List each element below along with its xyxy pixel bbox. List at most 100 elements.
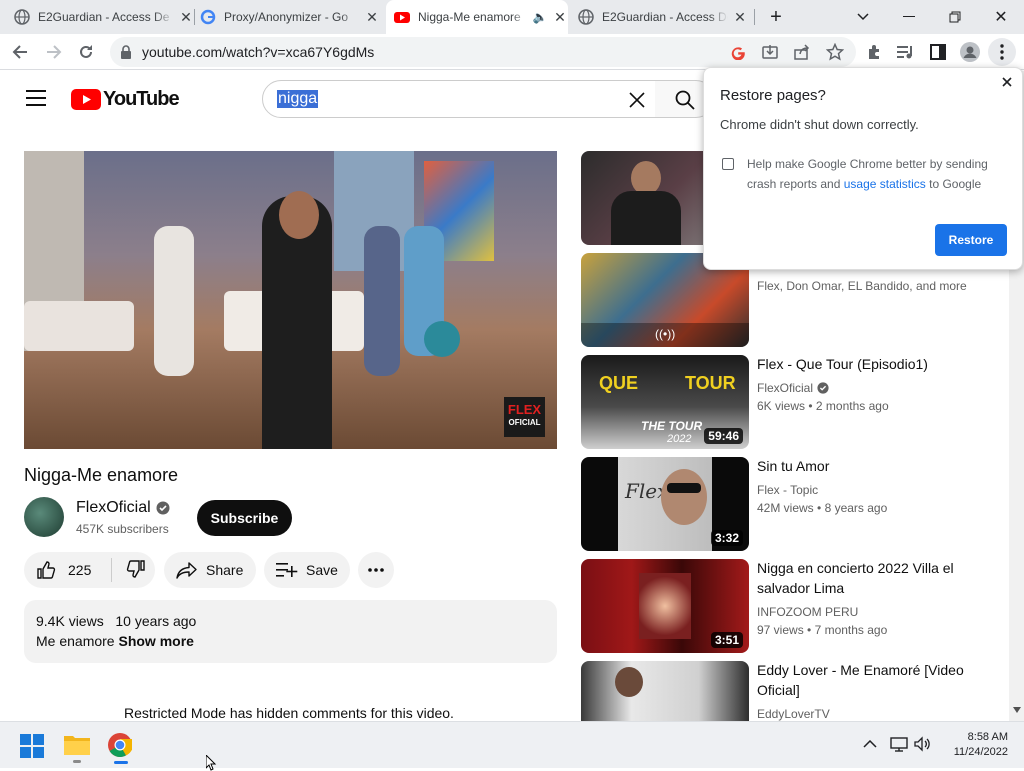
save-button[interactable]: Save: [264, 552, 350, 588]
side-panel-icon[interactable]: [924, 38, 952, 66]
close-icon[interactable]: [1002, 77, 1012, 87]
windows-taskbar: 8:58 AM 11/24/2022: [0, 721, 1024, 771]
new-tab-button[interactable]: +: [754, 0, 798, 34]
youtube-logo[interactable]: YouTube: [71, 88, 180, 111]
back-button[interactable]: [6, 38, 34, 66]
hamburger-menu-icon[interactable]: [26, 90, 46, 106]
profile-avatar-icon[interactable]: [956, 38, 984, 66]
bookmark-star-icon[interactable]: [826, 43, 844, 61]
tab-e2guardian-1[interactable]: E2Guardian - Access De ✕: [14, 0, 194, 34]
share-button[interactable]: Share: [164, 552, 256, 588]
scroll-down-arrow-icon[interactable]: [1013, 707, 1021, 713]
show-more-link[interactable]: Show more: [118, 633, 193, 649]
usage-statistics-link[interactable]: usage statistics: [844, 177, 926, 191]
address-bar[interactable]: youtube.com/watch?v=xca67Y6gdMs: [110, 37, 856, 67]
share-page-icon[interactable]: [794, 44, 810, 60]
description-box[interactable]: 9.4K views 10 years ago Me enamore Show …: [24, 600, 557, 663]
youtube-play-icon: [71, 89, 101, 110]
volume-icon[interactable]: [914, 736, 932, 752]
channel-name-row[interactable]: FlexOficial: [76, 499, 170, 517]
forward-button[interactable]: [40, 38, 68, 66]
like-count: 225: [68, 562, 92, 578]
related-title[interactable]: Flex - Que Tour (Episodio1): [757, 354, 977, 374]
show-hidden-icons-chevron-icon[interactable]: [863, 740, 877, 748]
dislike-button[interactable]: [112, 559, 146, 582]
related-thumbnail[interactable]: QUE TOUR THE TOUR 2022 59:46: [581, 355, 749, 449]
thumbs-down-icon: [126, 559, 145, 578]
google-translate-icon[interactable]: [730, 44, 746, 60]
crash-report-checkbox[interactable]: [722, 158, 734, 170]
close-icon[interactable]: ✕: [178, 9, 194, 25]
close-icon[interactable]: ✕: [732, 9, 748, 25]
comments-restricted-notice: Restricted Mode has hidden comments for …: [124, 705, 454, 721]
related-channel[interactable]: Flex, Don Omar, EL Bandido, and more: [757, 277, 967, 295]
related-meta: 6K views • 2 months ago: [757, 399, 889, 413]
reload-button[interactable]: [72, 38, 100, 66]
related-thumbnail[interactable]: Flex 3:32: [581, 457, 749, 551]
globe-icon: [578, 9, 594, 25]
youtube-search-input[interactable]: nigga: [262, 80, 656, 118]
verified-badge-icon: [817, 382, 829, 394]
window-close-button[interactable]: ✕: [978, 0, 1024, 34]
media-control-icon[interactable]: [892, 38, 920, 66]
related-channel: FlexOficial: [757, 381, 814, 395]
tab-title: E2Guardian - Access De: [38, 10, 170, 24]
network-icon[interactable]: [890, 736, 908, 752]
install-app-icon[interactable]: [762, 44, 778, 60]
related-thumbnail[interactable]: [581, 661, 749, 721]
upload-age: 10 years ago: [115, 613, 197, 629]
related-title[interactable]: Eddy Lover - Me Enamoré [Video Oficial]: [757, 660, 977, 700]
youtube-logo-text: YouTube: [103, 88, 180, 110]
thumbs-up-icon: [37, 561, 56, 579]
broadcast-icon: ((•)): [655, 327, 676, 341]
related-title[interactable]: Sin tu Amor: [757, 456, 977, 476]
more-actions-button[interactable]: [358, 552, 394, 588]
chrome-menu-icon[interactable]: [988, 38, 1016, 66]
clear-search-icon[interactable]: [629, 92, 645, 108]
clock-date: 11/24/2022: [953, 746, 1008, 758]
video-player[interactable]: FLEX OFICIAL: [24, 151, 557, 449]
url-text: youtube.com/watch?v=xca67Y6gdMs: [142, 44, 375, 60]
speaker-icon[interactable]: 🔈: [532, 9, 548, 25]
playlist-add-icon: [276, 563, 298, 577]
related-meta: 97 views • 7 months ago: [757, 623, 888, 637]
tab-strip: E2Guardian - Access De ✕ Proxy/Anonymize…: [0, 0, 1024, 34]
tab-title: Proxy/Anonymizer - Go: [224, 10, 349, 24]
lock-icon[interactable]: [120, 45, 132, 59]
tab-proxy[interactable]: Proxy/Anonymizer - Go ✕: [200, 0, 380, 34]
tab-e2guardian-2[interactable]: E2Guardian - Access De ✕: [578, 0, 748, 34]
windows-start-icon[interactable]: [20, 734, 44, 763]
youtube-icon: [394, 12, 410, 23]
related-thumbnail[interactable]: 3:51: [581, 559, 749, 653]
extensions-icon[interactable]: [860, 38, 888, 66]
dialog-title: Restore pages?: [720, 87, 826, 104]
related-channel[interactable]: Flex - Topic: [757, 481, 818, 499]
subscriber-count: 457K subscribers: [76, 522, 169, 536]
close-icon[interactable]: ✕: [364, 9, 380, 25]
video-title: Nigga-Me enamore: [24, 465, 179, 485]
close-icon[interactable]: ✕: [552, 9, 568, 25]
like-button[interactable]: 225: [24, 558, 112, 582]
chrome-taskbar-icon[interactable]: [108, 733, 134, 764]
file-explorer-icon[interactable]: [64, 733, 90, 763]
video-duration: 3:32: [710, 530, 743, 546]
more-horizontal-icon: [368, 568, 384, 572]
tab-divider: [194, 9, 195, 25]
mouse-cursor-icon: [206, 755, 217, 771]
maximize-button[interactable]: [932, 0, 978, 34]
clock[interactable]: 8:58 AM 11/24/2022: [944, 730, 1008, 760]
related-channel[interactable]: INFOZOOM PERU: [757, 603, 858, 621]
minimize-button[interactable]: [886, 0, 932, 34]
view-count: 9.4K views: [36, 613, 104, 629]
subscribe-button[interactable]: Subscribe: [197, 500, 292, 536]
search-icon: [675, 90, 695, 110]
channel-avatar[interactable]: [24, 497, 64, 537]
search-query: nigga: [277, 90, 319, 108]
description-text: Me enamore: [36, 633, 115, 649]
restore-button[interactable]: Restore: [935, 224, 1007, 256]
tab-youtube-active[interactable]: Nigga-Me enamore 🔈 ✕: [386, 0, 568, 34]
related-title[interactable]: Nigga en concierto 2022 Villa el salvado…: [757, 558, 977, 598]
tab-search-icon[interactable]: [840, 0, 886, 34]
share-label: Share: [206, 562, 244, 578]
related-channel-row[interactable]: FlexOficial: [757, 379, 829, 397]
